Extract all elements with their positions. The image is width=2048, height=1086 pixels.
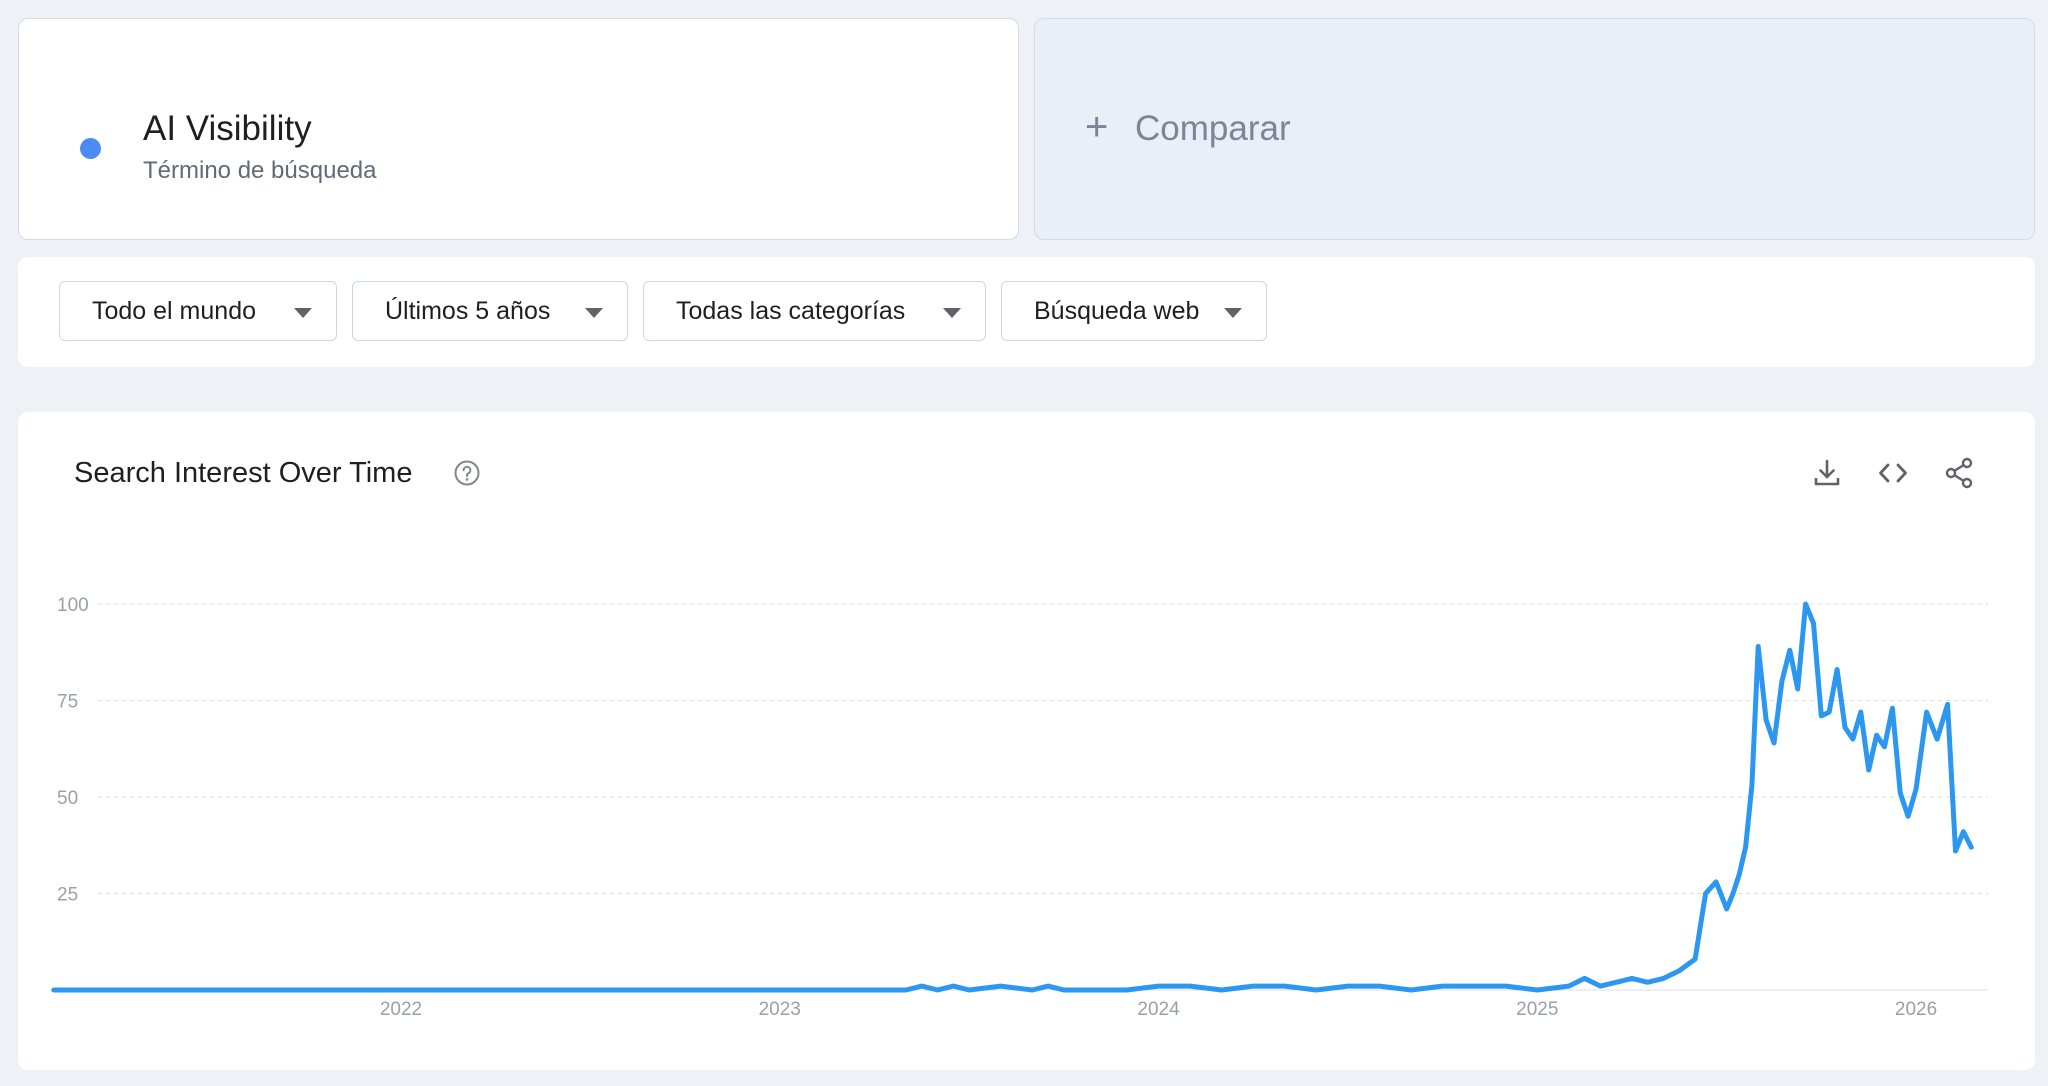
region-dropdown[interactable]: Todo el mundo bbox=[59, 281, 337, 341]
time-range-dropdown[interactable]: Últimos 5 años bbox=[352, 281, 628, 341]
interest-line-chart: 100 75 50 25 2022 2023 2024 2025 2026 bbox=[51, 595, 1988, 1020]
x-tick-label: 2024 bbox=[1137, 999, 1180, 1020]
caret-down-icon bbox=[943, 308, 961, 318]
x-tick-label: 2022 bbox=[380, 999, 422, 1020]
series-color-dot bbox=[80, 138, 101, 159]
caret-down-icon bbox=[294, 308, 312, 318]
y-tick-label: 100 bbox=[57, 595, 89, 616]
compare-label: Comparar bbox=[1135, 109, 1291, 148]
time-range-dropdown-label: Últimos 5 años bbox=[385, 296, 551, 325]
y-tick-label: 50 bbox=[57, 788, 78, 809]
search-term-card[interactable]: AI Visibility Término de búsqueda bbox=[18, 18, 1019, 240]
x-tick-label: 2026 bbox=[1895, 999, 1937, 1020]
y-tick-label: 25 bbox=[57, 885, 78, 906]
region-dropdown-label: Todo el mundo bbox=[92, 296, 257, 325]
caret-down-icon bbox=[1224, 308, 1242, 318]
plus-icon: + bbox=[1085, 105, 1109, 149]
filter-bar: Todo el mundo Últimos 5 años Todas las c… bbox=[18, 257, 2035, 367]
search-term-name: AI Visibility bbox=[143, 109, 312, 148]
category-dropdown-label: Todas las categorías bbox=[676, 296, 906, 325]
x-tick-label: 2025 bbox=[1516, 999, 1558, 1020]
search-type-dropdown-label: Búsqueda web bbox=[1034, 296, 1200, 325]
caret-down-icon bbox=[585, 308, 603, 318]
interest-over-time-card: Search Interest Over Time 100 75 50 25 2022 2… bbox=[18, 412, 2035, 1070]
category-dropdown[interactable]: Todas las categorías bbox=[643, 281, 986, 341]
search-type-dropdown[interactable]: Búsqueda web bbox=[1001, 281, 1267, 341]
y-tick-label: 75 bbox=[57, 692, 78, 713]
search-term-type: Término de búsqueda bbox=[143, 157, 377, 184]
x-tick-label: 2023 bbox=[759, 999, 801, 1020]
compare-button[interactable]: + Comparar bbox=[1034, 18, 2035, 240]
